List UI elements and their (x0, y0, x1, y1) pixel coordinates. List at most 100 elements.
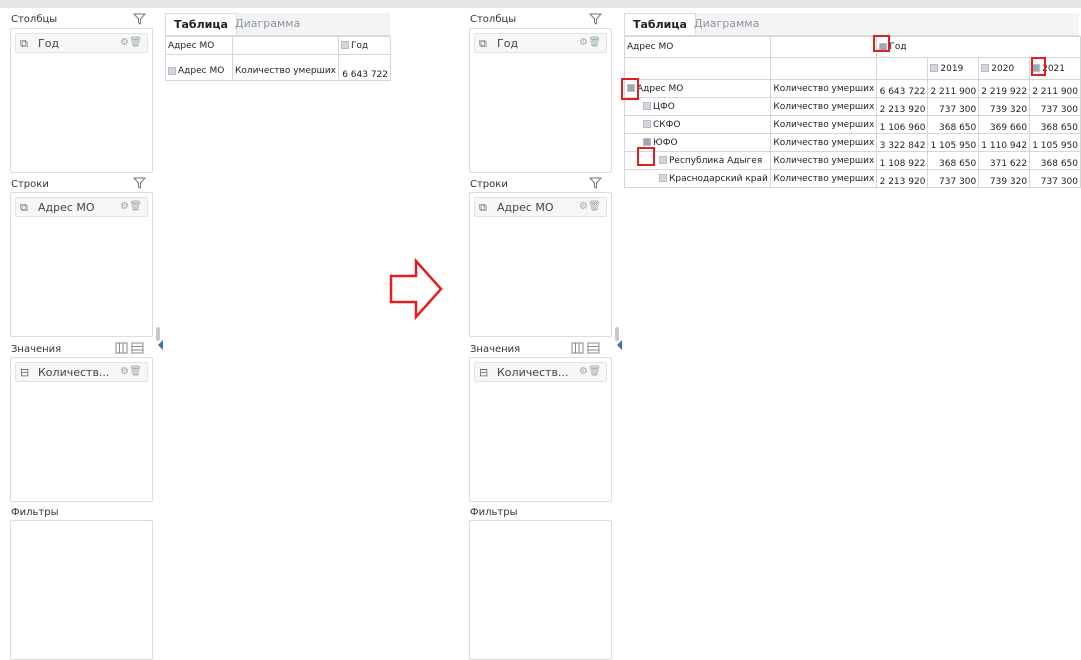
gear-icon[interactable]: ⚙ (579, 201, 588, 212)
columns-dropzone[interactable]: ⧉ Год ⚙ 🗑 (10, 28, 153, 173)
value-2020: 2 219 922 (978, 79, 1031, 98)
field-chip-year[interactable]: ⧉ Год ⚙ 🗑 (15, 33, 148, 53)
value-2019: 737 300 (927, 97, 980, 116)
filter-icon[interactable] (132, 177, 146, 189)
row-header[interactable]: Адрес МО (623, 79, 772, 98)
field-chip-address[interactable]: ⧉ Адрес МО ⚙ 🗑 (15, 197, 148, 217)
field-chip-measure[interactable]: ⊟ Количеств... ⚙ 🗑 (15, 362, 148, 382)
value-2019: 368 650 (927, 151, 980, 170)
header-empty (770, 36, 878, 58)
rows-layout-icon[interactable] (586, 342, 600, 354)
expand-icon[interactable] (981, 64, 990, 72)
hierarchy-icon: ⧉ (20, 201, 28, 214)
columns-section-label: Столбцы (11, 14, 58, 25)
filters-dropzone[interactable] (10, 520, 153, 660)
total-value: 6 643 722 (338, 62, 391, 81)
row-address[interactable] (165, 54, 233, 63)
filter-icon[interactable] (588, 13, 602, 25)
trash-icon[interactable]: 🗑 (129, 37, 142, 48)
value-2021: 368 650 (1029, 151, 1081, 170)
measure-icon: ⊟ (20, 366, 30, 379)
expand-icon[interactable] (168, 66, 176, 75)
field-chip-year[interactable]: ⧉ Год ⚙ 🗑 (474, 33, 607, 53)
columns-section-label: Столбцы (470, 14, 517, 25)
panel-collapse-handle[interactable] (156, 327, 160, 341)
measure-label: Количество умерших (770, 133, 878, 152)
highlight-address-collapse (621, 78, 639, 100)
total-value: 1 106 960 (876, 115, 929, 134)
collapse-icon[interactable] (643, 138, 651, 146)
value-2020: 739 320 (978, 169, 1031, 188)
header-year[interactable]: Год (876, 36, 1081, 58)
gear-icon[interactable]: ⚙ (579, 37, 588, 48)
trash-icon[interactable]: 🗑 (588, 366, 601, 377)
collapse-arrow-icon[interactable] (158, 340, 163, 350)
trash-icon[interactable]: 🗑 (588, 201, 601, 212)
transition-arrow-icon (388, 257, 444, 324)
rows-section-label: Строки (470, 179, 508, 190)
row-header-address[interactable]: Адрес МО (165, 62, 233, 81)
tab-chart[interactable]: Диаграмма (686, 13, 767, 35)
field-chip-label: Год (497, 37, 519, 50)
field-chip-label: Адрес МО (497, 201, 554, 214)
field-chip-label: Количеств... (497, 366, 569, 379)
filter-icon[interactable] (588, 177, 602, 189)
filter-icon[interactable] (132, 13, 146, 25)
columns-dropzone[interactable]: ⧉ Год ⚙ 🗑 (469, 28, 612, 173)
gear-icon[interactable]: ⚙ (579, 366, 588, 377)
header-address: Адрес МО (165, 36, 233, 55)
measure-label: Количество умерших (770, 115, 878, 134)
gear-icon[interactable]: ⚙ (120, 366, 129, 377)
measure-icon: ⊟ (479, 366, 489, 379)
expand-icon[interactable] (659, 174, 667, 182)
tab-chart[interactable]: Диаграмма (227, 13, 308, 35)
rows-dropzone[interactable]: ⧉ Адрес МО ⚙ 🗑 (10, 192, 153, 337)
trash-icon[interactable]: 🗑 (129, 201, 142, 212)
trash-icon[interactable]: 🗑 (588, 37, 601, 48)
rows-layout-icon[interactable] (130, 342, 144, 354)
field-chip-address[interactable]: ⧉ Адрес МО ⚙ 🗑 (474, 197, 607, 217)
values-dropzone[interactable]: ⊟ Количеств... ⚙ 🗑 (10, 357, 153, 502)
value-2021: 2 211 900 (1029, 79, 1081, 98)
panel-collapse-handle[interactable] (615, 327, 619, 341)
values-dropzone[interactable]: ⊟ Количеств... ⚙ 🗑 (469, 357, 612, 502)
row-header[interactable]: ЦФО (623, 97, 772, 116)
measure-label: Количество умерших (770, 169, 878, 188)
field-chip-measure[interactable]: ⊟ Количеств... ⚙ 🗑 (474, 362, 607, 382)
collapse-arrow-icon[interactable] (617, 340, 622, 350)
year-2019[interactable]: 2019 (927, 57, 980, 80)
filters-dropzone[interactable] (469, 520, 612, 660)
expand-icon[interactable] (930, 64, 939, 72)
filters-section-label: Фильтры (11, 507, 59, 518)
gear-icon[interactable]: ⚙ (120, 37, 129, 48)
measure-label: Количество умерших (770, 79, 878, 98)
hierarchy-icon: ⧉ (479, 201, 487, 214)
left-pivot-config: Столбцы ⧉ Год ⚙ 🗑 Строки ⧉ Адрес МО ⚙ 🗑 … (0, 0, 163, 660)
expand-icon[interactable] (643, 102, 651, 110)
expand-icon[interactable] (643, 120, 651, 128)
expand-icon[interactable] (341, 41, 349, 49)
value-2021: 368 650 (1029, 115, 1081, 134)
row-header[interactable]: Краснодарский край (623, 169, 772, 188)
value-2019: 1 105 950 (927, 133, 980, 152)
year-2020[interactable]: 2020 (978, 57, 1031, 80)
header-year[interactable]: Год (338, 36, 391, 55)
trash-icon[interactable]: 🗑 (129, 366, 142, 377)
value-2019: 2 211 900 (927, 79, 980, 98)
row-header[interactable]: СКФО (623, 115, 772, 134)
table-row: Адрес МО Количество умерших 6 643 722 2 … (623, 79, 1081, 98)
gear-icon[interactable]: ⚙ (120, 201, 129, 212)
total-value: 6 643 722 (876, 79, 929, 98)
cell-empty (623, 57, 772, 80)
columns-layout-icon[interactable] (114, 342, 128, 354)
value-2020: 1 110 942 (978, 133, 1031, 152)
columns-layout-icon[interactable] (570, 342, 584, 354)
table-row: Республика Адыгея Количество умерших 1 1… (623, 151, 1081, 170)
rows-dropzone[interactable]: ⧉ Адрес МО ⚙ 🗑 (469, 192, 612, 337)
right-pivot-table: Адрес МО Год 2019 2020 2021 Адрес МО Кол… (623, 36, 1081, 188)
table-row: 2019 2020 2021 (623, 57, 1081, 80)
expand-icon[interactable] (659, 156, 667, 164)
highlight-2021-expand (1031, 57, 1046, 76)
table-row: ЮФО Количество умерших 3 322 842 1 105 9… (623, 133, 1081, 152)
value-2021: 737 300 (1029, 169, 1081, 188)
